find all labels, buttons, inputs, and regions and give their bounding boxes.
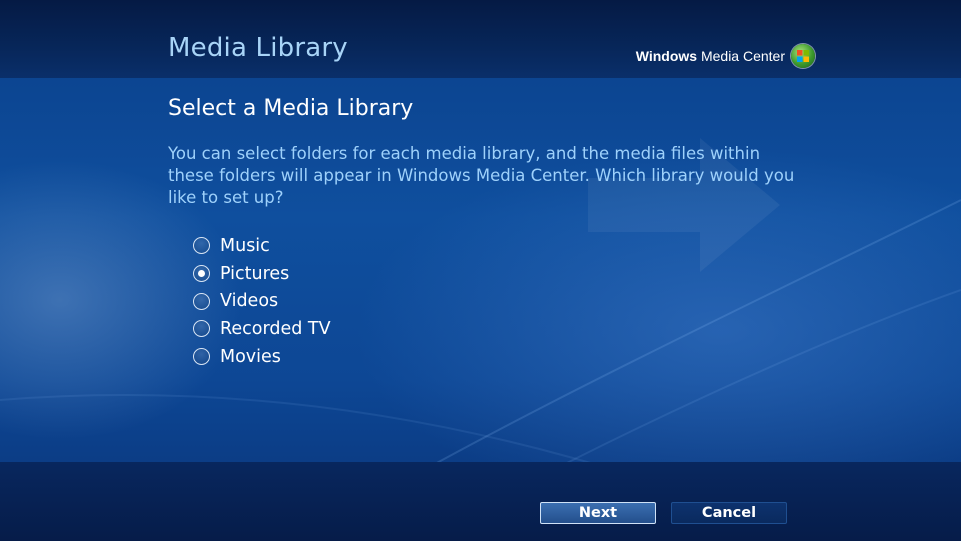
radio-button-icon[interactable] <box>193 348 210 366</box>
footer-bar <box>0 462 961 541</box>
radio-button-selected-icon[interactable] <box>193 265 210 283</box>
radio-option-label: Music <box>220 235 270 256</box>
radio-option-label: Pictures <box>220 263 290 284</box>
brand-bold-text: Windows <box>635 48 698 64</box>
windows-media-center-logo: Windows Media Center <box>636 44 815 68</box>
cancel-button[interactable]: Cancel <box>671 502 787 524</box>
instructions-text: You can select folders for each media li… <box>168 144 795 207</box>
next-button[interactable]: Next <box>540 502 656 524</box>
radio-button-icon[interactable] <box>193 237 210 255</box>
radio-option-pictures[interactable]: Pictures <box>193 260 331 288</box>
windows-flag-orb-icon <box>791 44 815 68</box>
radio-option-label: Movies <box>220 346 281 367</box>
section-heading: Select a Media Library <box>168 96 414 121</box>
brand-text: Media Center <box>700 48 785 64</box>
radio-option-videos[interactable]: Videos <box>193 287 331 315</box>
radio-option-label: Videos <box>220 291 279 312</box>
radio-option-music[interactable]: Music <box>193 232 331 260</box>
page-title: Media Library <box>168 33 348 63</box>
radio-dot-icon <box>198 270 205 278</box>
radio-option-recorded-tv[interactable]: Recorded TV <box>193 315 331 343</box>
radio-button-icon[interactable] <box>193 292 210 310</box>
header-bar <box>0 0 961 78</box>
background-swoosh <box>0 138 961 541</box>
media-center-screen: Media Library Windows Media Center Selec… <box>0 0 961 541</box>
radio-button-icon[interactable] <box>193 320 210 338</box>
radio-option-movies[interactable]: Movies <box>193 343 331 371</box>
library-radio-group: Music Pictures Videos Recorded TV Movies <box>193 232 331 370</box>
radio-option-label: Recorded TV <box>220 318 331 339</box>
